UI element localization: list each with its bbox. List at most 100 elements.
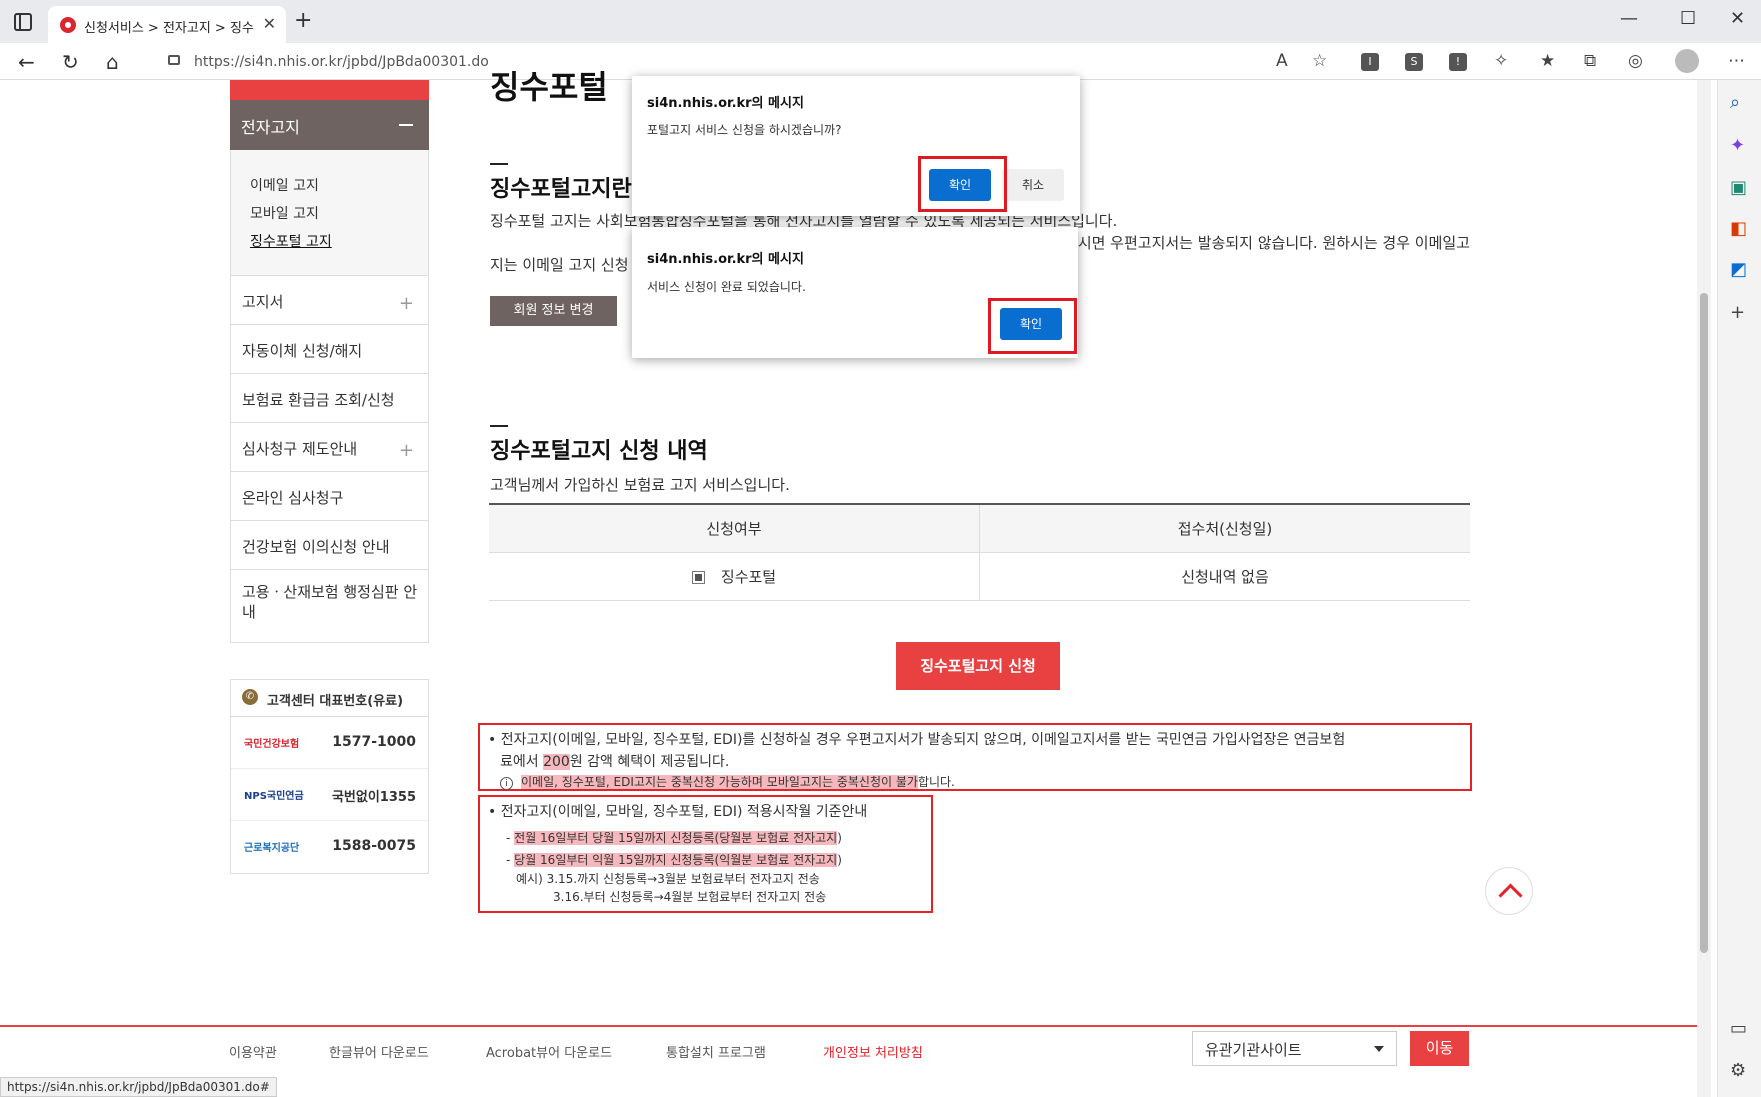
extension-icon[interactable]: I xyxy=(1361,53,1379,71)
notice1-info-text: 합니다. xyxy=(917,775,955,789)
highlight-frame xyxy=(988,298,1077,354)
edge-feature-icon[interactable]: ◎ xyxy=(1628,51,1643,71)
expand-icon[interactable]: + xyxy=(399,293,414,314)
profile-avatar[interactable] xyxy=(1675,49,1699,73)
tab-actions-icon[interactable] xyxy=(14,13,32,31)
phone-icon: ✆ xyxy=(242,689,258,705)
submenu-mobile[interactable]: 모바일 고지 xyxy=(250,203,319,223)
section2-title: 징수포털고지 신청 내역 xyxy=(490,439,708,464)
tab-close-icon[interactable]: ✕ xyxy=(263,14,276,33)
dialog-title: si4n.nhis.or.kr의 메시지 xyxy=(647,96,804,111)
sidebar-menu: 고지서 + 자동이체 신청/해지 보험료 환급금 조회/신청 심사청구 제도안내 +… xyxy=(230,275,429,643)
tools-icon[interactable]: ▣ xyxy=(1730,177,1747,198)
favorite-add-icon[interactable]: ☆ xyxy=(1312,51,1327,71)
submenu: 이메일 고지 모바일 고지 징수포털 고지 xyxy=(230,150,429,275)
back-icon[interactable]: ← xyxy=(18,50,35,74)
scroll-top-button[interactable] xyxy=(1485,867,1533,915)
footer-divider xyxy=(0,1025,1697,1027)
dialog-message: 포털고지 서비스 신청을 하시겠습니까? xyxy=(647,123,842,137)
call-center-row: 근로복지공단 1588-0075 xyxy=(231,821,428,873)
extensions-icon[interactable]: ✧ xyxy=(1494,51,1508,71)
copilot-icon[interactable]: ✦ xyxy=(1730,135,1745,156)
sidebar-item-label: 고용ㆍ산재보험 행정심판 안내 xyxy=(242,583,418,621)
go-button[interactable]: 이동 xyxy=(1410,1031,1469,1066)
call-number: 1588-0075 xyxy=(332,838,416,854)
related-sites-select[interactable]: 유관기관사이트 xyxy=(1192,1031,1397,1066)
section-bar xyxy=(490,425,508,427)
service-label: 징수포털 xyxy=(720,568,777,586)
notice2-example2: 3.16.부터 신청등록→4월분 보험료부터 전자고지 전송 xyxy=(553,890,827,904)
minimize-icon[interactable]: — xyxy=(1620,8,1638,29)
footer-hwp-link[interactable]: 한글뷰어 다운로드 xyxy=(329,1042,429,1061)
maximize-icon[interactable]: ☐ xyxy=(1680,8,1696,29)
collapse-icon[interactable] xyxy=(399,124,413,126)
apply-portal-button[interactable]: 징수포털고지 신청 xyxy=(896,642,1060,690)
browser-tab-bar: 신청서비스 > 전자고지 > 징수포 ✕ + — ☐ ✕ xyxy=(0,0,1761,43)
browser-tab[interactable]: 신청서비스 > 전자고지 > 징수포 ✕ xyxy=(48,6,286,43)
notice2-line1: - 전월 16일부터 당월 15일까지 신청등록(당월분 보험료 전자고지) xyxy=(506,831,842,845)
outlook-icon[interactable]: ◩ xyxy=(1730,259,1747,280)
submenu-email[interactable]: 이메일 고지 xyxy=(250,175,319,195)
sidebar-item-label: 심사청구 제도안내 xyxy=(242,440,358,458)
refresh-icon[interactable]: ↻ xyxy=(62,50,79,74)
expand-icon[interactable]: + xyxy=(399,440,414,461)
notice1-line1: • 전자고지(이메일, 모바일, 징수포털, EDI)를 신청하실 경우 우편고… xyxy=(488,732,1346,748)
search-icon[interactable]: ⌕ xyxy=(1730,92,1740,113)
section1-title: 징수포털고지란 xyxy=(490,177,632,202)
sidebar-item-autopay[interactable]: 자동이체 신청/해지 xyxy=(231,325,428,374)
favorites-icon[interactable]: ★ xyxy=(1540,51,1555,71)
member-info-button[interactable]: 회원 정보 변경 xyxy=(490,296,617,326)
sidebar-panel-icon[interactable]: ▭ xyxy=(1730,1018,1747,1039)
scroll-thumb[interactable] xyxy=(1700,293,1708,953)
sidebar-item-e-notice[interactable]: 전자고지 xyxy=(230,100,429,150)
sidebar-item-objection[interactable]: 건강보험 이의신청 안내 xyxy=(231,521,428,570)
nhis-favicon-icon xyxy=(60,17,76,33)
settings-gear-icon[interactable]: ⚙ xyxy=(1730,1060,1746,1081)
notice2-example1: 예시) 3.15.까지 신청등록→3월분 보험료부터 전자고지 전송 xyxy=(516,872,820,886)
notice2-line2: - 당월 16일부터 익월 15일까지 신청등록(익월분 보험료 전자고지) xyxy=(506,853,842,867)
office-icon[interactable]: ◧ xyxy=(1730,218,1747,239)
home-icon[interactable]: ⌂ xyxy=(106,50,119,74)
menu-top-accent xyxy=(230,80,429,100)
call-center-box: ✆ 고객센터 대표번호(유료) 국민건강보험 1577-1000 NPS국민연금… xyxy=(230,679,429,874)
sidebar-item-admin-trial[interactable]: 고용ㆍ산재보험 행정심판 안내 xyxy=(231,570,428,642)
footer-privacy-link[interactable]: 개인정보 처리방침 xyxy=(823,1042,923,1061)
section1-line3: 지는 이메일 고지 신청 xyxy=(490,256,629,274)
sidebar-item-label: 온라인 심사청구 xyxy=(242,489,344,507)
footer-terms-link[interactable]: 이용약관 xyxy=(229,1042,277,1061)
call-center-row: 국민건강보험 1577-1000 xyxy=(231,717,428,769)
footer-install-link[interactable]: 통합설치 프로그램 xyxy=(666,1042,766,1061)
notice1-line2: 료에서 200원 감액 혜택이 제공됩니다. xyxy=(500,751,729,771)
header-received: 접수처(신청일) xyxy=(1177,520,1273,538)
sidebar-item-review[interactable]: 심사청구 제도안내 + xyxy=(231,423,428,472)
checkbox[interactable] xyxy=(691,571,705,584)
sidebar-item-online-review[interactable]: 온라인 심사청구 xyxy=(231,472,428,521)
sidebar-item-refund[interactable]: 보험료 환급금 조회/신청 xyxy=(231,374,428,423)
call-center-row: NPS국민연금 국번없이1355 xyxy=(231,769,428,821)
select-value: 유관기관사이트 xyxy=(1205,1041,1302,1059)
dialog-cancel-button[interactable]: 취소 xyxy=(1002,169,1064,201)
nhis-logo: 국민건강보험 xyxy=(244,739,300,750)
notice1-info-highlight: 이메일, 징수포털, EDI고지는 중복신청 가능하며 모바일고지는 중복신청이… xyxy=(521,775,918,789)
table-header: 신청여부 접수처(신청일) xyxy=(489,505,1470,553)
page-scrollbar[interactable] xyxy=(1697,80,1711,1097)
sidebar-item-notice[interactable]: 고지서 + xyxy=(231,276,428,325)
status-bar-url: https://si4n.nhis.or.kr/jpbd/JpBda00301.… xyxy=(0,1077,277,1097)
notice2-highlight: 당월 16일부터 익월 15일까지 신청등록(익월분 보험료 전자고지 xyxy=(514,853,838,867)
extension-i-icon[interactable]: ! xyxy=(1449,53,1467,71)
window-close-icon[interactable]: ✕ xyxy=(1730,8,1745,29)
extension-s-icon[interactable]: S xyxy=(1405,53,1423,71)
notice1-highlight: 200 xyxy=(543,754,570,770)
add-app-icon[interactable]: + xyxy=(1730,302,1745,323)
section2-desc: 고객님께서 가입하신 보험료 고지 서비스입니다. xyxy=(490,476,790,494)
read-aloud-icon[interactable]: A xyxy=(1276,51,1288,71)
url-text: https://si4n.nhis.or.kr/jpbd/JpBda00301.… xyxy=(194,54,489,70)
call-number: 1577-1000 xyxy=(332,734,416,750)
footer-acrobat-link[interactable]: Acrobat뷰어 다운로드 xyxy=(486,1042,612,1061)
submenu-portal[interactable]: 징수포털 고지 xyxy=(250,231,332,251)
more-menu-icon[interactable]: ⋯ xyxy=(1728,51,1745,71)
new-tab-icon[interactable]: + xyxy=(294,8,312,33)
highlight-frame xyxy=(918,156,1007,212)
notice2-highlight: 전월 16일부터 당월 15일까지 신청등록(당월분 보험료 전자고지 xyxy=(514,831,838,845)
collections-icon[interactable]: ⧉ xyxy=(1584,51,1596,71)
